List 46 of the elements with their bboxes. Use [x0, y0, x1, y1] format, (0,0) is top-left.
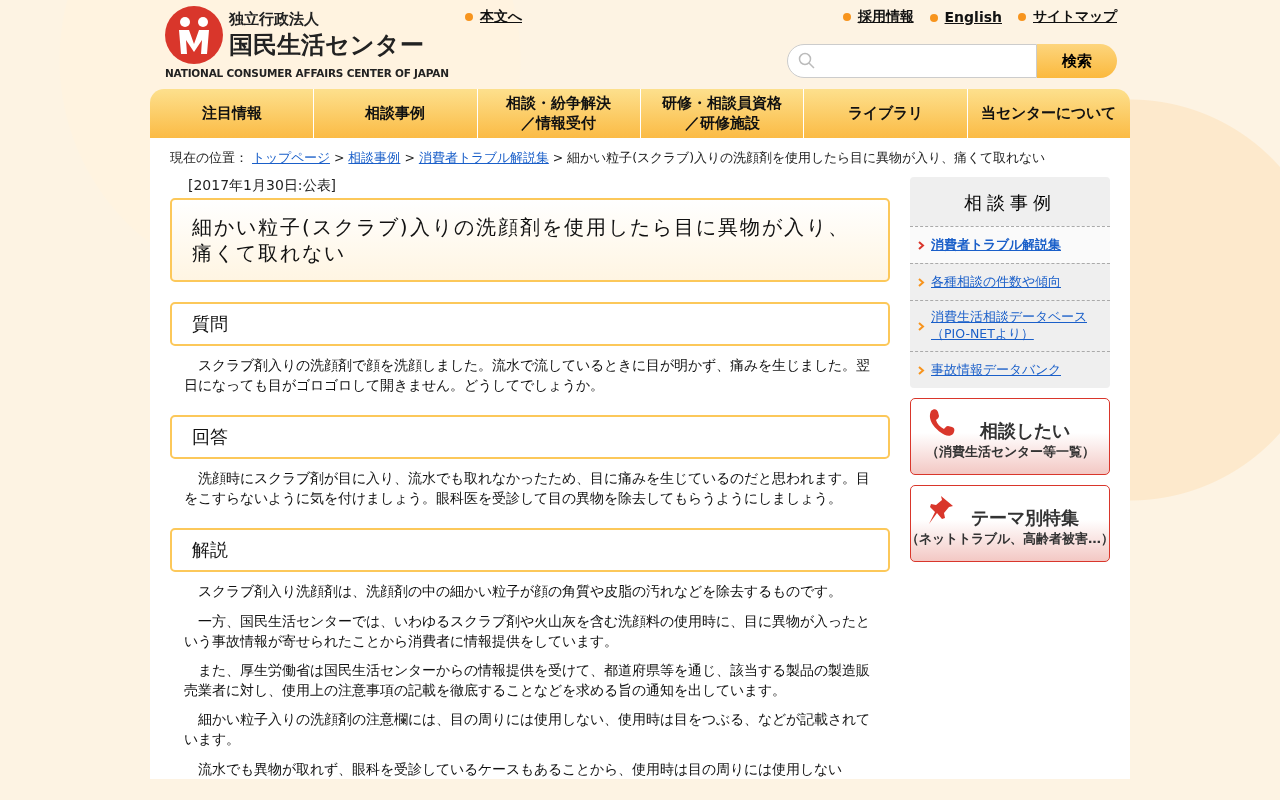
logo-mark-icon [165, 6, 223, 64]
paragraph: 一方、国民生活センターでは、いわゆるスクラブ剤や火山灰を含む洗顔料の使用時に、目に異物が入ったという事故情報が寄せられたことから消費者に情報提供をしています。 [183, 611, 871, 651]
breadcrumb-link[interactable]: トップページ [252, 150, 330, 165]
bullet-icon [465, 13, 473, 21]
org-name-text: 国民生活センター [229, 29, 424, 61]
skip-link[interactable]: 本文へ [480, 8, 522, 24]
publish-date: [2017年1月30日:公表] [187, 177, 337, 195]
chevron-right-icon [918, 277, 925, 287]
header-link[interactable]: サイトマップ [1033, 8, 1117, 24]
section-heading: 解説 [170, 528, 890, 573]
org-type-text: 独立行政法人 [229, 9, 320, 29]
paragraph: 洗顔時にスクラブ剤が目に入り、流水でも取れなかったため、目に痛みを生じているのだと思われます。目をこすらないように気を付けましょう。眼科医を受診して目の異物を除去してもらうようにしましょう。 [183, 469, 871, 508]
breadcrumb-link[interactable]: 相談事例 [348, 150, 401, 165]
paragraph: また、厚生労働省は国民生活センターからの情報提供を受けて、都道府県等を通じ、該当する製品の製造販売業者に対し、使用上の注意事項の記載を徹底することなどを求める旨の通知を出しています。 [183, 661, 871, 700]
section-heading: 質問 [170, 302, 890, 346]
section-heading: 回答 [170, 415, 890, 460]
nav-tab[interactable]: 注目情報 [150, 89, 314, 138]
banner-link[interactable]: 相談したい （消費生活センター等一覧） [910, 398, 1110, 475]
search-field[interactable] [787, 44, 1037, 78]
nav-tab[interactable]: 相談・紛争解決 ／情報受付 [476, 89, 640, 138]
bullet-icon [842, 13, 851, 21]
header-link[interactable]: English [944, 8, 1002, 25]
phone-icon [927, 407, 957, 439]
chevron-right-icon [918, 240, 925, 250]
search-button[interactable]: 検索 [1037, 44, 1117, 78]
org-english-name: NATIONAL CONSUMER AFFAIRS CENTER OF JAPAN [165, 67, 450, 79]
nav-tab[interactable]: 相談事例 [313, 89, 477, 138]
search-icon [798, 52, 816, 70]
paragraph: 細かい粒子入りの洗顔剤の注意欄には、目の周りには使用しない、使用時は目をつぶる、などが記載されています。 [183, 710, 871, 749]
header-link[interactable]: 採用情報 [857, 8, 914, 24]
paragraph: スクラブ剤入り洗顔剤は、洗顔剤の中の細かい粒子が顔の角質や皮脂の汚れなどを除去するものです。 [197, 582, 843, 602]
nav-tab[interactable]: 当センターについて [966, 89, 1130, 138]
chevron-right-icon [918, 365, 925, 375]
breadcrumb-link[interactable]: 消費者トラブル解説集 [418, 150, 549, 165]
sidebar-item[interactable]: 各種相談の件数や傾向 [910, 263, 1110, 300]
bullet-icon [1018, 13, 1026, 21]
breadcrumb: 現在の位置： トップページ > 相談事例 > 消費者トラブル解説集 > 細かい粒子(スクラブ)入りの洗顔剤を使用したら目に異物が入り、痛くて取れない [170, 150, 1046, 167]
article-title: 細かい粒子(スクラブ)入りの洗顔剤を使用したら目に異物が入り、痛くて取れない [170, 198, 890, 282]
paragraph: 流水でも異物が取れず、眼科を受診しているケースもあることから、使用時は目の周りには使用しない [197, 759, 843, 779]
chevron-right-icon [918, 321, 925, 331]
nav-tab[interactable]: ライブラリ [803, 89, 967, 138]
bullet-icon [929, 13, 938, 22]
sidebar-title: 相談事例 [963, 191, 1057, 215]
banner-link[interactable]: テーマ別特集 （ネットトラブル、高齢者被害…） [910, 485, 1110, 562]
nav-tab[interactable]: 研修・相談員資格 ／研修施設 [640, 89, 804, 138]
paragraph: スクラブ剤入りの洗顔剤で顔を洗顔しました。流水で流しているときに目が明かず、痛みを生じました。翌日になっても目がゴロゴロして開きません。どうしてでしょうか。 [183, 356, 871, 395]
